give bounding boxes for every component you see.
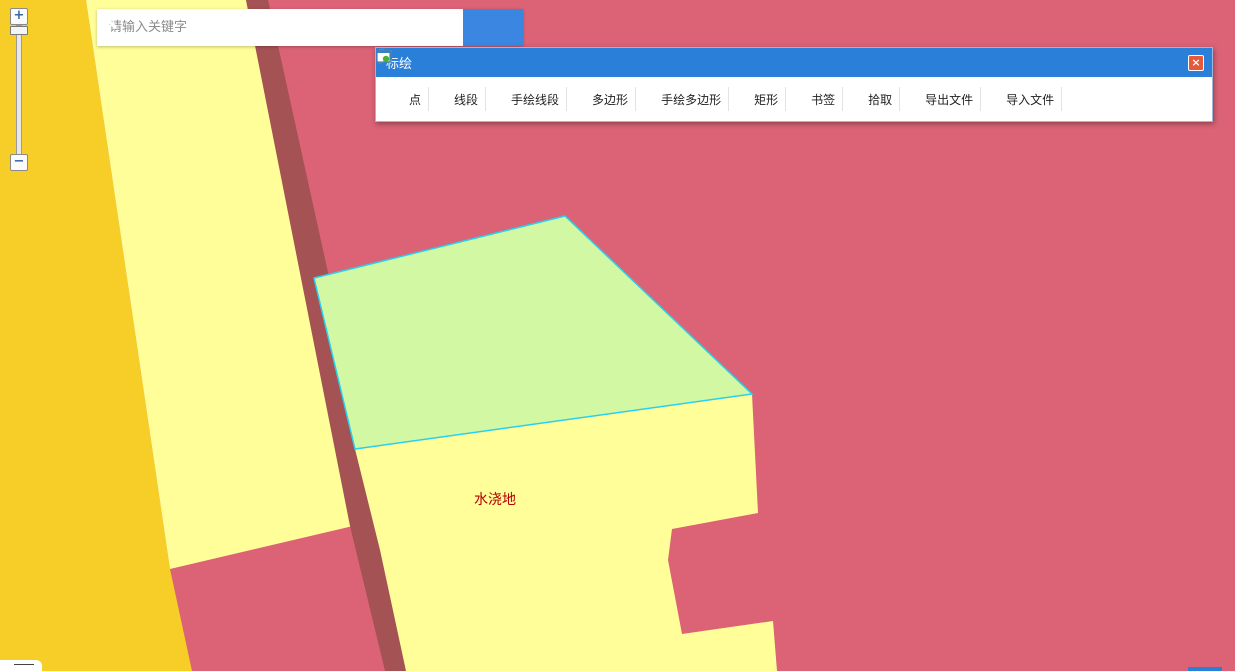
- tool-label: 线段: [454, 92, 479, 107]
- tool-freehand-polygon[interactable]: 手绘多边形: [378, 49, 730, 111]
- polygon-icon: [378, 50, 588, 107]
- tool-label: 导出文件: [925, 92, 974, 107]
- point-icon: [381, 53, 405, 107]
- rectangle-icon: [377, 53, 750, 107]
- tool-label: 矩形: [754, 92, 779, 107]
- freehand-polygon-icon: [378, 49, 657, 107]
- close-button[interactable]: ×: [1188, 54, 1204, 71]
- tool-label: 拾取: [868, 92, 893, 107]
- zoom-control: + −: [10, 8, 28, 173]
- search-icon: [97, 9, 117, 29]
- export-file-icon: [376, 49, 921, 107]
- star-icon: [376, 48, 807, 107]
- freehand-line-icon: [378, 48, 507, 107]
- tool-polyline[interactable]: 线段: [376, 49, 487, 111]
- scale-bar-tab[interactable]: [0, 660, 42, 671]
- zoom-out-button[interactable]: −: [10, 154, 28, 171]
- zoom-slider-thumb[interactable]: [10, 26, 28, 35]
- tool-point[interactable]: 点: [381, 53, 430, 111]
- search-input[interactable]: [97, 9, 463, 46]
- tool-label: 手绘多边形: [661, 92, 722, 107]
- tool-rectangle[interactable]: 矩形: [377, 53, 787, 111]
- tool-bookmark[interactable]: 书签: [376, 48, 844, 111]
- search-button[interactable]: [97, 9, 523, 46]
- tool-label: 多边形: [592, 92, 629, 107]
- zoom-in-button[interactable]: +: [10, 8, 28, 25]
- tool-export[interactable]: 导出文件: [376, 49, 982, 111]
- tool-polygon[interactable]: 多边形: [378, 50, 637, 111]
- parcel-label: 水浇地: [474, 492, 516, 508]
- search-box: [97, 9, 523, 46]
- corner-tab[interactable]: [1188, 667, 1222, 671]
- tool-label: 手绘线段: [511, 92, 560, 107]
- zoom-slider-track[interactable]: [16, 25, 22, 163]
- tool-label: 点: [409, 92, 422, 107]
- draw-panel: 标绘 × 点 线段 手绘线段 多边形 手绘多边形 矩形 书签 拾取 导出文件 导…: [375, 47, 1213, 122]
- draw-toolbar: 点 线段 手绘线段 多边形 手绘多边形 矩形 书签 拾取 导出文件 导入文件: [376, 48, 1212, 121]
- polyline-icon: [376, 49, 450, 107]
- tool-freehand-line[interactable]: 手绘线段: [378, 48, 568, 111]
- tool-pick[interactable]: 拾取: [377, 49, 901, 111]
- map-canvas[interactable]: 水浇地 + − 标绘 × 点: [0, 0, 1235, 671]
- draw-panel-header[interactable]: 标绘 ×: [376, 48, 1212, 77]
- tool-import[interactable]: 导入文件: [376, 49, 1063, 111]
- tool-label: 导入文件: [1006, 92, 1055, 107]
- tool-label: 书签: [811, 92, 836, 107]
- import-file-icon: [376, 49, 1002, 107]
- lasso-icon: [377, 49, 864, 107]
